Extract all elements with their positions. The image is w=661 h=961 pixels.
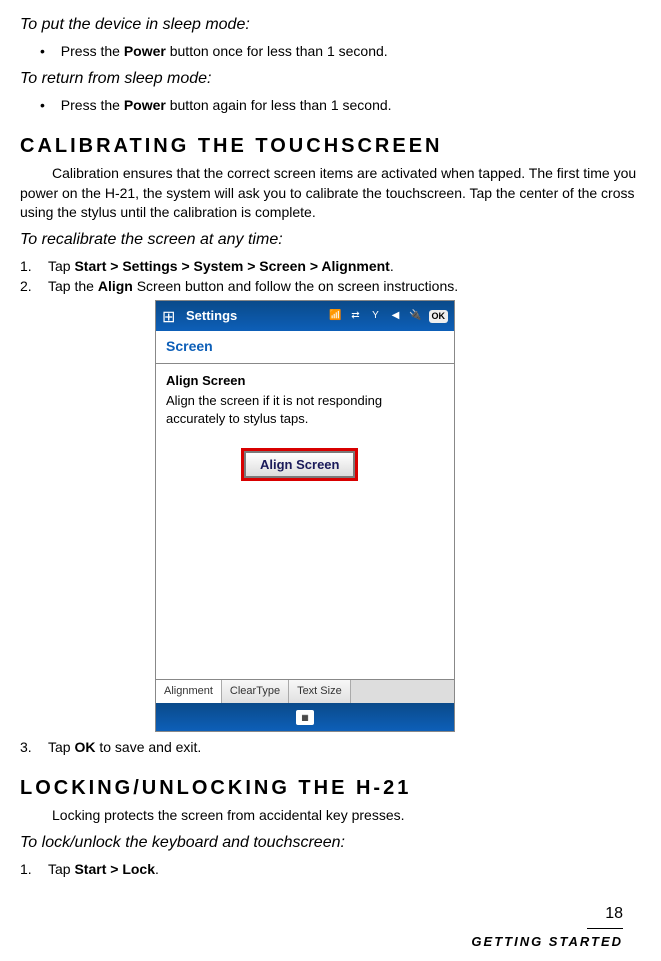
step-2-bold: Align [98, 278, 133, 294]
sleep-mode-heading: To put the device in sleep mode: [20, 14, 641, 36]
step-2-pre: Tap the [48, 278, 98, 294]
footer-divider [587, 928, 623, 929]
tab-cleartype[interactable]: ClearType [222, 680, 289, 703]
step-3-post: to save and exit. [95, 739, 201, 755]
connect-icon: ⇄ [349, 309, 363, 323]
return-bullet-bold: Power [124, 97, 166, 113]
page-number: 18 [20, 903, 623, 925]
tab-textsize[interactable]: Text Size [289, 680, 351, 703]
recalibrate-heading: To recalibrate the screen at any time: [20, 229, 641, 251]
step-3-pre: Tap [48, 739, 74, 755]
sleep-bullet: Press the Power button once for less tha… [40, 42, 641, 62]
align-screen-desc: Align the screen if it is not responding… [166, 392, 444, 428]
device-screenshot: Settings 📶 ⇄ Y ◀ 🔌 OK Screen Align Scree… [155, 300, 455, 732]
antenna-icon: Y [369, 309, 383, 323]
step-2-post: Screen button and follow the on screen i… [133, 278, 458, 294]
calibrating-title: Calibrating the Touchscreen [20, 132, 641, 160]
return-bullet: Press the Power button again for less th… [40, 96, 641, 116]
tab-alignment[interactable]: Alignment [156, 680, 222, 703]
screen-label: Screen [156, 331, 454, 364]
lock-heading: To lock/unlock the keyboard and touchscr… [20, 832, 641, 854]
lock-step-1-bold: Start > Lock [74, 861, 155, 877]
locking-title: Locking/Unlocking the H-21 [20, 774, 641, 802]
sleep-bullet-bold: Power [124, 43, 166, 59]
bottombar: ▦ [156, 703, 454, 731]
align-screen-button[interactable]: Align Screen [244, 451, 355, 478]
return-bullet-pre: Press the [61, 97, 124, 113]
content-area: Align Screen Align the screen if it is n… [156, 364, 454, 679]
footer: 18 Getting Started [20, 903, 641, 951]
step-1-pre: Tap [48, 258, 74, 274]
speaker-icon: ◀ [389, 309, 403, 323]
keyboard-icon[interactable]: ▦ [296, 710, 314, 725]
lock-step-1: 1.Tap Start > Lock. [20, 860, 641, 880]
status-icons: 📶 ⇄ Y ◀ 🔌 OK [329, 309, 449, 323]
lock-step-1-pre: Tap [48, 861, 74, 877]
titlebar: Settings 📶 ⇄ Y ◀ 🔌 OK [156, 301, 454, 331]
calibrating-para: Calibration ensures that the correct scr… [20, 164, 641, 223]
return-bullet-post: button again for less than 1 second. [166, 97, 392, 113]
align-button-highlight: Align Screen [241, 448, 358, 481]
sleep-bullet-pre: Press the [61, 43, 124, 59]
tabbar: Alignment ClearType Text Size [156, 679, 454, 703]
sleep-bullet-post: button once for less than 1 second. [166, 43, 388, 59]
align-screen-title: Align Screen [166, 372, 444, 390]
step-2-num: 2. [20, 277, 48, 297]
step-3-num: 3. [20, 738, 48, 758]
step-1: 1.Tap Start > Settings > System > Screen… [20, 257, 641, 277]
step-3-bold: OK [74, 739, 95, 755]
step-3: 3.Tap OK to save and exit. [20, 738, 641, 758]
battery-icon: 🔌 [409, 309, 423, 323]
titlebar-title: Settings [186, 307, 329, 325]
locking-para: Locking protects the screen from acciden… [20, 806, 641, 826]
lock-step-1-num: 1. [20, 860, 48, 880]
lock-step-1-post: . [155, 861, 159, 877]
return-mode-heading: To return from sleep mode: [20, 68, 641, 90]
step-1-num: 1. [20, 257, 48, 277]
ok-button[interactable]: OK [429, 310, 449, 323]
step-1-post: . [390, 258, 394, 274]
windows-icon [162, 307, 180, 325]
step-1-bold: Start > Settings > System > Screen > Ali… [74, 258, 389, 274]
step-2: 2.Tap the Align Screen button and follow… [20, 277, 641, 297]
signal-icon: 📶 [329, 309, 343, 323]
